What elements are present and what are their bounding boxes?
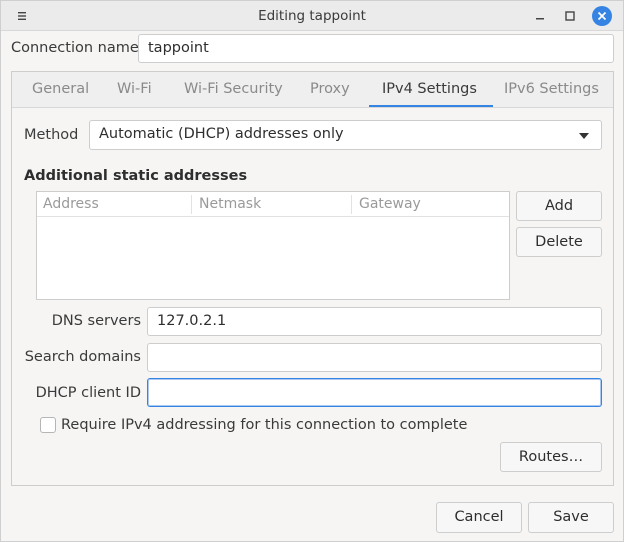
add-address-button[interactable]: Add	[516, 191, 602, 221]
tab-ipv6-settings[interactable]: IPv6 Settings	[504, 81, 599, 97]
tab-proxy[interactable]: Proxy	[310, 81, 350, 97]
dns-servers-input[interactable]: 127.0.2.1	[147, 307, 602, 336]
tab-bar: General Wi-Fi Wi-Fi Security Proxy IPv4 …	[12, 72, 613, 108]
cancel-button[interactable]: Cancel	[436, 502, 522, 533]
maximize-icon[interactable]	[561, 7, 579, 25]
column-divider	[191, 195, 192, 214]
tab-wifi-security[interactable]: Wi-Fi Security	[184, 81, 283, 97]
column-netmask[interactable]: Netmask	[199, 196, 261, 212]
routes-button[interactable]: Routes…	[500, 442, 602, 472]
require-ipv4-label[interactable]: Require IPv4 addressing for this connect…	[61, 417, 467, 433]
dhcp-client-id-input[interactable]	[147, 378, 602, 407]
method-label: Method	[24, 127, 79, 143]
tab-general[interactable]: General	[32, 81, 89, 97]
connection-name-label: Connection name	[11, 40, 139, 56]
static-addresses-table[interactable]: Address Netmask Gateway	[36, 191, 510, 300]
active-tab-indicator	[369, 105, 493, 107]
search-domains-label: Search domains	[24, 349, 141, 365]
connection-name-input[interactable]: tappoint	[138, 34, 614, 63]
column-address[interactable]: Address	[43, 196, 99, 212]
search-domains-input[interactable]	[147, 343, 602, 372]
connection-editor-window: Editing tappoint Connection name tappoin…	[0, 0, 624, 542]
static-addresses-heading: Additional static addresses	[24, 168, 248, 184]
column-divider	[351, 195, 352, 214]
window-title: Editing tappoint	[258, 8, 366, 24]
table-header: Address Netmask Gateway	[37, 192, 509, 217]
tab-wifi[interactable]: Wi-Fi	[117, 81, 152, 97]
close-icon[interactable]	[592, 6, 612, 26]
delete-address-button[interactable]: Delete	[516, 227, 602, 257]
column-gateway[interactable]: Gateway	[359, 196, 421, 212]
title-bar: Editing tappoint	[1, 1, 623, 31]
method-dropdown-value: Automatic (DHCP) addresses only	[99, 126, 344, 142]
dhcp-client-id-label: DHCP client ID	[35, 385, 141, 401]
dropdown-arrow-icon	[579, 133, 589, 139]
require-ipv4-checkbox[interactable]	[40, 417, 56, 433]
dns-servers-label: DNS servers	[51, 313, 141, 329]
save-button[interactable]: Save	[528, 502, 614, 533]
method-dropdown[interactable]: Automatic (DHCP) addresses only	[89, 120, 602, 150]
tab-ipv4-settings[interactable]: IPv4 Settings	[382, 81, 477, 97]
minimize-icon[interactable]	[531, 7, 549, 25]
